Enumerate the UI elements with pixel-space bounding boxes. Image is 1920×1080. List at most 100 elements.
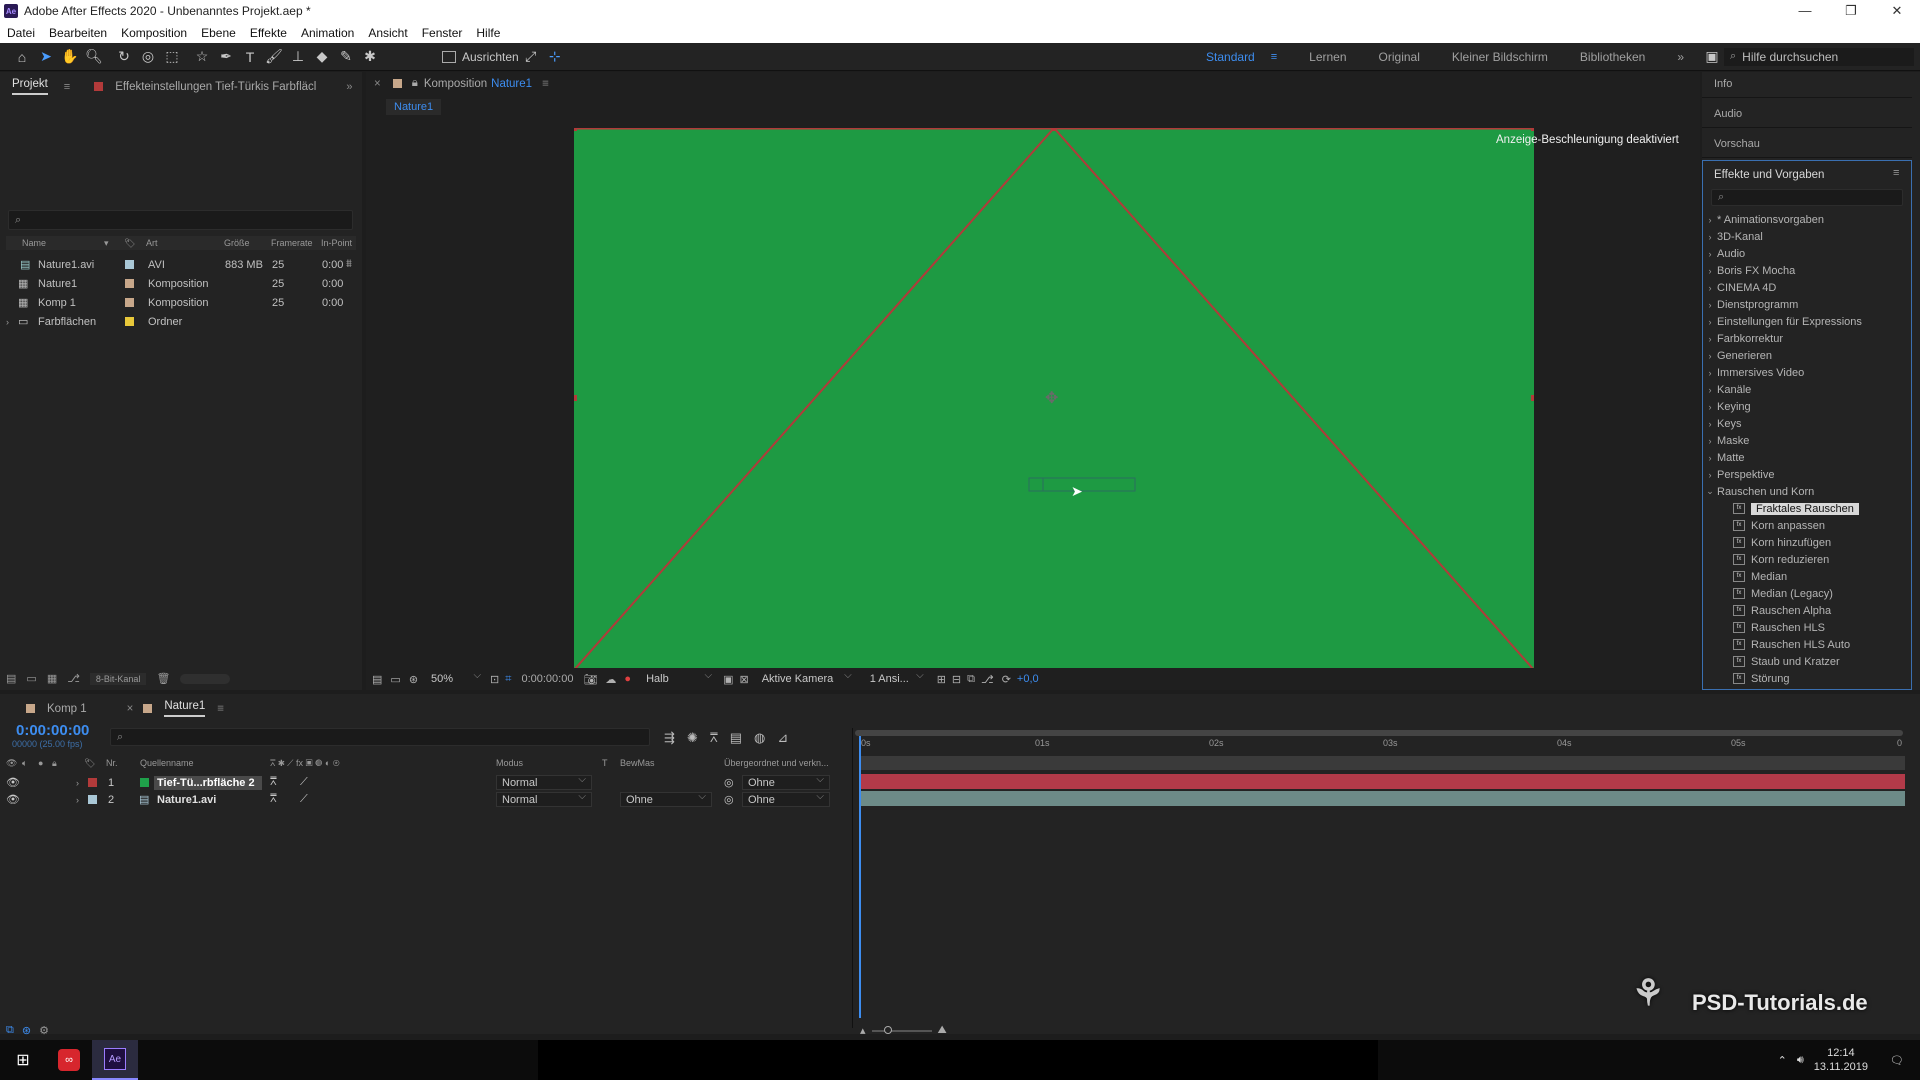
pen-tool-icon[interactable]: ✒ <box>214 46 238 68</box>
effect-category[interactable]: › Keys <box>1703 415 1903 432</box>
timeline-icon[interactable]: ⧉ <box>967 673 975 686</box>
close-tab-icon[interactable]: × <box>127 703 134 715</box>
brush-tool-icon[interactable]: 🖌︎ <box>262 46 286 68</box>
label-swatch[interactable] <box>125 260 134 269</box>
chevron-right-icon[interactable]: › <box>76 778 79 788</box>
tab-komp1[interactable]: Komp 1 <box>47 703 87 715</box>
menu-ebene[interactable]: Ebene <box>194 26 243 40</box>
effect-category[interactable]: › Audio <box>1703 245 1903 262</box>
sync-settings-icon[interactable]: ▣ <box>1700 46 1724 68</box>
flowchart-icon[interactable]: ⎇ <box>981 673 994 686</box>
monitor-icon[interactable]: ▭ <box>390 673 400 686</box>
effect-category[interactable]: › CINEMA 4D <box>1703 279 1903 296</box>
menu-fenster[interactable]: Fenster <box>415 26 470 40</box>
motion-blur-icon[interactable]: ◍ <box>754 730 765 746</box>
menu-bearbeiten[interactable]: Bearbeiten <box>42 26 114 40</box>
effect-category[interactable]: › * Animationsvorgaben <box>1703 211 1903 228</box>
label-col-icon[interactable]: 🏷︎ <box>124 238 135 249</box>
fit-icon[interactable]: ⊡ <box>490 673 499 686</box>
layer-label-swatch[interactable] <box>88 778 97 787</box>
chevron-right-icon[interactable]: › <box>1703 334 1717 344</box>
tab-info[interactable]: Info <box>1702 72 1912 98</box>
chevron-right-icon[interactable]: › <box>1703 317 1717 327</box>
comp-mini-flowchart-icon[interactable]: ⇶ <box>664 730 675 746</box>
notifications-icon[interactable]: 🗨︎ <box>1890 1054 1904 1067</box>
effect-category[interactable]: › 3D-Kanal <box>1703 228 1903 245</box>
playhead[interactable] <box>859 736 861 1018</box>
zoom-in-icon[interactable]: ⛰ <box>938 1024 947 1037</box>
chevron-right-icon[interactable]: › <box>1703 470 1717 480</box>
camera-dropdown[interactable]: Aktive Kamera <box>757 670 857 687</box>
parent-dropdown[interactable]: Ohne <box>742 774 830 790</box>
parent-dropdown[interactable]: Ohne <box>742 791 830 807</box>
rotate-tool-icon[interactable]: ↻ <box>112 46 136 68</box>
label-swatch[interactable] <box>125 317 134 326</box>
thumbnail-slider[interactable] <box>180 673 231 684</box>
roto-brush-icon[interactable]: ✎ <box>334 46 358 68</box>
quality-switch-icon[interactable]: ⟋ <box>300 793 308 806</box>
layer-label-swatch[interactable] <box>88 795 97 804</box>
views-dropdown[interactable]: 1 Ansi... <box>865 670 929 687</box>
reset-exposure-icon[interactable]: ⟳ <box>1002 673 1011 686</box>
layer-bar-1[interactable] <box>859 774 1905 789</box>
workspace-standard[interactable]: Standard <box>1190 50 1271 64</box>
toggle-switches-icon[interactable]: ⧉ <box>6 1024 14 1037</box>
zoom-out-icon[interactable]: ▴ <box>860 1024 866 1037</box>
menu-ansicht[interactable]: Ansicht <box>361 26 414 40</box>
eye-icon[interactable]: 👁︎ <box>6 776 20 789</box>
timeline-graph-area[interactable]: 0s 01s 02s 03s 04s 05s 0 <box>852 728 1912 1028</box>
effect-item[interactable]: fx Korn anpassen <box>1733 517 1825 534</box>
creative-cloud-icon[interactable]: ∞ <box>46 1040 92 1080</box>
chevron-right-icon[interactable]: › <box>1703 419 1717 429</box>
pan-behind-icon[interactable]: ⬚ <box>160 46 184 68</box>
puppet-tool-icon[interactable]: ✱ <box>358 46 382 68</box>
region-of-interest-icon[interactable]: ⌗ <box>505 673 511 686</box>
comp-tab-name[interactable]: Nature1 <box>491 78 532 90</box>
menu-hilfe[interactable]: Hilfe <box>469 26 507 40</box>
effect-category[interactable]: › Perspektive <box>1703 466 1903 483</box>
menu-komposition[interactable]: Komposition <box>114 26 194 40</box>
tab-audio[interactable]: Audio <box>1702 102 1912 128</box>
panel-menu-icon[interactable]: ≡ <box>542 78 549 90</box>
work-area-bar[interactable] <box>855 730 1903 736</box>
snap-grid-icon[interactable]: ⊹ <box>543 46 567 68</box>
eraser-tool-icon[interactable]: ◆ <box>310 46 334 68</box>
tab-nature1[interactable]: Nature1 <box>164 700 206 717</box>
layer-row-1[interactable]: 👁︎ › 1 Tief-Tü...rbfläche 2 ⩞ ⟋ Normal ◎… <box>0 774 852 791</box>
show-snapshot-icon[interactable]: ☁ <box>605 673 616 686</box>
effect-item[interactable]: fx Korn reduzieren <box>1733 551 1829 568</box>
eye-icon[interactable]: 👁︎ <box>6 793 20 806</box>
project-item-farbflaechen[interactable]: › ▭ Farbflächen Ordner <box>6 312 356 331</box>
effect-item[interactable]: fx Median (Legacy) <box>1733 585 1833 602</box>
workspace-bibliotheken[interactable]: Bibliotheken <box>1564 50 1661 64</box>
chevron-right-icon[interactable]: › <box>1703 368 1717 378</box>
effect-category[interactable]: › Farbkorrektur <box>1703 330 1903 347</box>
effect-category[interactable]: › Maske <box>1703 432 1903 449</box>
new-composition-icon[interactable]: ▦ <box>47 672 57 685</box>
snap-options-icon[interactable]: ⤢ <box>519 46 543 68</box>
windows-start-icon[interactable]: ⊞ <box>0 1050 46 1070</box>
audio-switch-icon[interactable]: 🔈︎ <box>22 758 27 769</box>
label-col-icon[interactable]: 🏷︎ <box>84 758 95 769</box>
clone-stamp-icon[interactable]: ⊥ <box>286 46 310 68</box>
panel-overflow-icon[interactable]: » <box>346 81 352 93</box>
panel-menu-icon[interactable]: ≡ <box>64 81 70 93</box>
maximize-button[interactable]: ❐ <box>1828 3 1874 19</box>
col-groesse[interactable]: Größe <box>224 238 250 248</box>
project-search-input[interactable]: ⌕ <box>8 210 353 230</box>
clock[interactable]: 12:14 13.11.2019 <box>1814 1046 1868 1074</box>
effect-category[interactable]: ⌄ Rauschen und Korn <box>1703 483 1903 500</box>
timeline-timecode[interactable]: 0:00:00:00 <box>16 722 89 739</box>
mask-visibility-icon[interactable]: ⊠ <box>739 673 748 686</box>
toggle-pixel-icon[interactable]: ⊞ <box>937 673 946 686</box>
channels-icon[interactable]: ● <box>624 673 631 685</box>
tab-vorschau[interactable]: Vorschau <box>1702 132 1912 158</box>
effect-item[interactable]: fx Staub und Kratzer <box>1733 653 1840 670</box>
current-time[interactable]: 0:00:00:00 <box>521 673 573 685</box>
col-inpoint[interactable]: In-Point <box>321 238 352 248</box>
align-checkbox[interactable] <box>442 50 456 63</box>
trash-icon[interactable]: 🗑︎ <box>156 672 170 685</box>
help-search-input[interactable]: Hilfe durchsuchen <box>1742 50 1838 64</box>
work-area-range[interactable] <box>859 756 1905 770</box>
trkmat-dropdown[interactable]: Ohne <box>620 791 712 807</box>
